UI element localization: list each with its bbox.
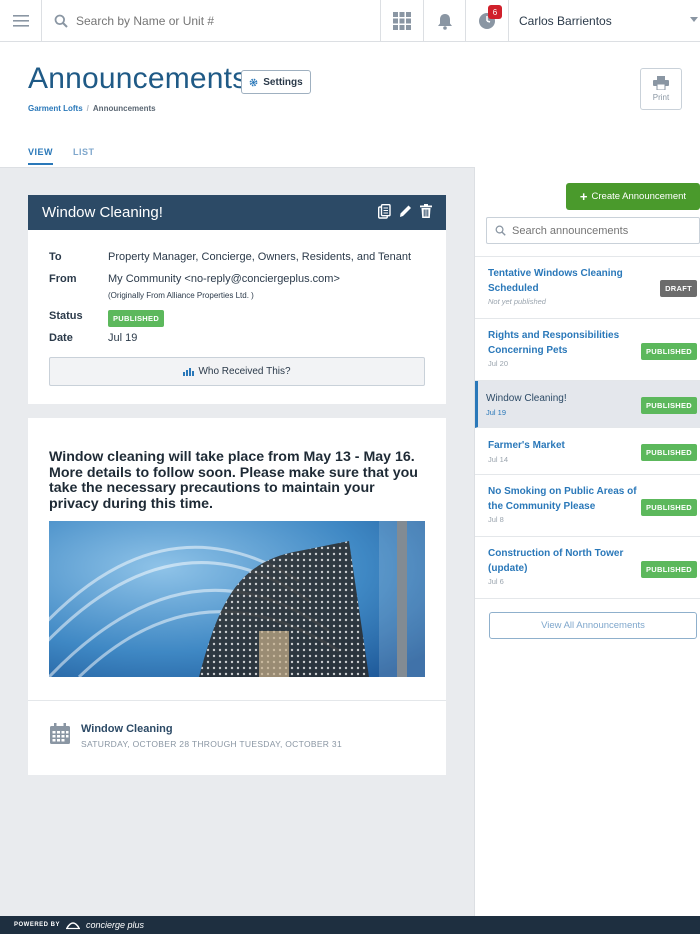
- list-item-date: Jul 8: [488, 515, 504, 524]
- announcement-details: To Property Manager, Concierge, Owners, …: [28, 230, 446, 404]
- list-item[interactable]: Rights and Responsibilities Concerning P…: [475, 319, 700, 381]
- user-menu[interactable]: Carlos Barrientos: [508, 0, 700, 42]
- event-title[interactable]: Window Cleaning: [81, 723, 173, 735]
- list-item-date: Not yet published: [488, 297, 546, 306]
- search-icon: [495, 225, 506, 236]
- announcements-sidebar: + Create Announcement Tentative Windows …: [474, 167, 700, 916]
- breadcrumb: Garment Lofts / Announcements: [28, 104, 156, 113]
- copy-icon[interactable]: [378, 204, 391, 219]
- grid-icon: [393, 12, 411, 30]
- brand-name: concierge plus: [86, 920, 145, 930]
- announcement-search: [486, 217, 700, 244]
- announcement-body-card: Window cleaning will take place from May…: [28, 418, 446, 775]
- top-bar: 6 Carlos Barrientos: [0, 0, 700, 42]
- divider: [28, 700, 446, 701]
- list-item-date: Jul 6: [488, 577, 504, 586]
- date-label: Date: [49, 332, 73, 344]
- list-item-title: Rights and Responsibilities Concerning P…: [488, 330, 620, 356]
- status-badge: PUBLISHED: [640, 397, 697, 414]
- menu-button[interactable]: [0, 0, 42, 42]
- who-received-button[interactable]: Who Received This?: [49, 357, 425, 386]
- activity-button[interactable]: 6: [465, 0, 508, 42]
- user-name: Carlos Barrientos: [519, 14, 612, 28]
- list-item[interactable]: Farmer's Market Jul 14 PUBLISHED: [475, 428, 700, 475]
- status-badge: PUBLISHED: [640, 561, 697, 578]
- global-search-input[interactable]: [76, 14, 326, 28]
- notification-count-badge: 6: [488, 5, 502, 19]
- list-item-title: No Smoking on Public Areas of the Commun…: [488, 486, 637, 512]
- create-announcement-label: Create Announcement: [591, 191, 687, 202]
- trash-icon[interactable]: [420, 204, 432, 218]
- gear-icon: [249, 78, 258, 86]
- list-item-title: Farmer's Market: [488, 440, 565, 451]
- settings-label: Settings: [263, 76, 303, 88]
- create-announcement-button[interactable]: + Create Announcement: [566, 183, 700, 210]
- tab-view[interactable]: VIEW: [28, 147, 54, 165]
- event-dates: SATURDAY, OCTOBER 28 THROUGH TUESDAY, OC…: [81, 739, 342, 749]
- view-all-announcements-button[interactable]: View All Announcements: [489, 612, 697, 639]
- hamburger-icon: [12, 15, 29, 27]
- list-item[interactable]: No Smoking on Public Areas of the Commun…: [475, 475, 700, 537]
- to-value: Property Manager, Concierge, Owners, Res…: [108, 251, 412, 263]
- main-content: Window Cleaning! To Property Manager, Co…: [0, 167, 474, 916]
- pencil-icon[interactable]: [399, 204, 412, 218]
- breadcrumb-separator: /: [86, 104, 89, 113]
- status-badge: PUBLISHED: [108, 308, 165, 327]
- announcement-search-input[interactable]: [512, 224, 692, 237]
- bell-icon: [437, 13, 452, 30]
- status-label: Status: [49, 310, 83, 322]
- date-value: Jul 19: [108, 332, 138, 344]
- footer: POWERED BY concierge plus: [0, 916, 700, 934]
- view-tabs: VIEW LIST: [28, 147, 95, 165]
- to-label: To: [49, 251, 62, 263]
- status-badge-text: PUBLISHED: [108, 310, 165, 327]
- apps-button[interactable]: [380, 0, 423, 42]
- who-received-label: Who Received This?: [198, 366, 291, 377]
- plus-icon: +: [579, 189, 588, 204]
- status-badge: PUBLISHED: [640, 343, 697, 360]
- tab-list[interactable]: LIST: [73, 147, 95, 165]
- page-title: Announcements: [28, 62, 248, 95]
- list-item-title: Construction of North Tower (update): [488, 548, 624, 574]
- list-item[interactable]: Tentative Windows Cleaning Scheduled Not…: [475, 257, 700, 319]
- announcement-list: Tentative Windows Cleaning Scheduled Not…: [475, 256, 700, 599]
- bar-chart-icon: [183, 368, 195, 376]
- announcement-body: Window cleaning will take place from May…: [49, 449, 418, 512]
- list-item-date: Jul 20: [488, 359, 509, 368]
- status-badge: PUBLISHED: [640, 499, 697, 516]
- announcement-actions: [378, 204, 432, 219]
- powered-by-label: POWERED BY: [14, 922, 61, 928]
- printer-icon: [653, 76, 669, 90]
- window-cleaning-image: [49, 521, 425, 677]
- print-button[interactable]: Print: [640, 68, 682, 110]
- breadcrumb-current: Announcements: [92, 104, 156, 113]
- print-label: Print: [652, 93, 670, 102]
- chevron-down-icon: [690, 17, 698, 22]
- from-origin: (Originally From Alliance Properties Ltd…: [108, 291, 254, 300]
- status-badge: PUBLISHED: [640, 444, 697, 461]
- list-item-title: Window Cleaning!: [486, 393, 567, 404]
- breadcrumb-parent-link[interactable]: Garment Lofts: [28, 104, 83, 113]
- announcement-header: Window Cleaning!: [28, 195, 446, 230]
- window-cleaning-photo: [49, 521, 425, 677]
- from-label: From: [49, 273, 77, 285]
- announcement-title: Window Cleaning!: [42, 204, 163, 221]
- concierge-logo-icon: [66, 922, 81, 930]
- global-search: [42, 0, 380, 42]
- list-item-title: Tentative Windows Cleaning Scheduled: [488, 268, 623, 294]
- settings-button[interactable]: Settings: [241, 70, 311, 94]
- notifications-button[interactable]: [423, 0, 465, 42]
- list-item[interactable]: Construction of North Tower (update) Jul…: [475, 537, 700, 599]
- status-badge: DRAFT: [660, 280, 697, 297]
- from-value: My Community <no-reply@conciergeplus.com…: [108, 273, 340, 285]
- list-item-selected[interactable]: Window Cleaning! Jul 19 PUBLISHED: [475, 381, 700, 428]
- search-icon: [54, 14, 68, 28]
- calendar-icon: [50, 723, 70, 744]
